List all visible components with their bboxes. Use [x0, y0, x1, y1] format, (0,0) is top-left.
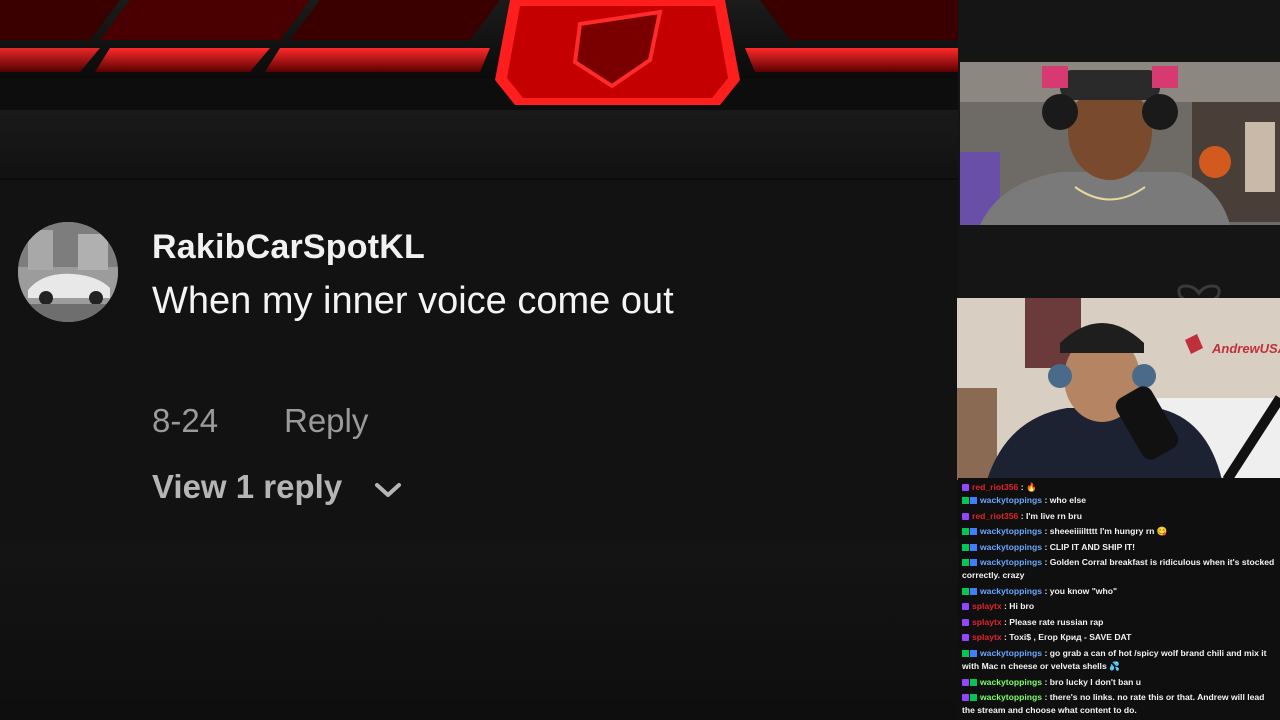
- chat-message: splaytx : Hi bro: [962, 600, 1278, 613]
- chat-badges: [962, 631, 970, 644]
- purple-badge-icon: [962, 513, 969, 521]
- chat-message: red_riot356 : 🔥: [962, 481, 1278, 494]
- chat-username[interactable]: wackytoppings: [980, 677, 1042, 687]
- chat-badges: [962, 600, 970, 613]
- chat-panel: red_riot356 : 🔥 wackytoppings : who else r…: [958, 478, 1280, 720]
- commenter-avatar[interactable]: [18, 222, 118, 322]
- purple-badge-icon: [962, 619, 969, 627]
- comment-panel: [0, 110, 958, 720]
- chevron-down-icon[interactable]: [374, 480, 402, 500]
- webcam-top: [960, 62, 1280, 225]
- green-badge-icon: [962, 544, 969, 552]
- green-badge-icon: [970, 694, 977, 702]
- chat-message-text: I'm live rn bru: [1025, 511, 1082, 521]
- chat-message: red_riot356 : I'm live rn bru: [962, 510, 1278, 523]
- chat-badges: [962, 647, 978, 660]
- purple-badge-icon: [962, 679, 969, 687]
- chat-username[interactable]: wackytoppings: [980, 557, 1042, 567]
- chat-message-text: Hi bro: [1009, 601, 1035, 611]
- chat-separator: :: [1042, 586, 1050, 596]
- green-badge-icon: [962, 497, 969, 505]
- chat-message-text: CLIP IT AND SHIP IT!: [1049, 542, 1136, 552]
- chat-separator: :: [1042, 677, 1050, 687]
- blue-badge-icon: [970, 544, 977, 552]
- chat-message: wackytoppings : who else: [962, 494, 1278, 507]
- blue-badge-icon: [970, 650, 977, 658]
- chat-separator: :: [1018, 511, 1026, 521]
- chat-message-text: Toxi$ , Егор Крид - SAVE DAT: [1009, 632, 1132, 642]
- chat-message-text: you know "who": [1049, 586, 1118, 596]
- chat-username[interactable]: wackytoppings: [980, 542, 1042, 552]
- chat-message: splaytx : Please rate russian rap: [962, 616, 1278, 629]
- chat-separator: :: [1018, 482, 1026, 492]
- blue-badge-icon: [970, 528, 977, 536]
- chat-badges: [962, 481, 970, 494]
- chat-message: wackytoppings : sheeeiiiiltttt I'm hungr…: [962, 525, 1278, 538]
- comment-date: 8-24: [152, 402, 219, 439]
- green-badge-icon: [970, 679, 977, 687]
- chat-separator: :: [1042, 557, 1050, 567]
- chat-username[interactable]: wackytoppings: [980, 495, 1042, 505]
- chat-message-text: Please rate russian rap: [1009, 617, 1104, 627]
- purple-badge-icon: [962, 484, 969, 492]
- chat-badges: [962, 494, 978, 507]
- blue-badge-icon: [970, 588, 977, 596]
- green-badge-icon: [962, 650, 969, 658]
- chat-message: wackytoppings : there's no links. no rat…: [962, 691, 1278, 717]
- green-badge-icon: [962, 588, 969, 596]
- comment-text: When my inner voice come out: [152, 280, 674, 322]
- chat-message: wackytoppings : you know "who": [962, 585, 1278, 598]
- comment-username[interactable]: RakibCarSpotKL: [152, 228, 425, 267]
- chat-username[interactable]: splaytx: [972, 632, 1002, 642]
- chat-separator: :: [1042, 542, 1050, 552]
- green-badge-icon: [962, 528, 969, 536]
- chat-message: wackytoppings : CLIP IT AND SHIP IT!: [962, 541, 1278, 554]
- chat-message: wackytoppings : Golden Corral breakfast …: [962, 556, 1278, 582]
- chat-username[interactable]: splaytx: [972, 617, 1002, 627]
- panel-footer-shade: [0, 540, 958, 720]
- view-replies-button[interactable]: View 1 reply: [152, 468, 342, 506]
- green-badge-icon: [962, 559, 969, 567]
- purple-badge-icon: [962, 603, 969, 611]
- chat-badges: [962, 541, 978, 554]
- streamer-name-label: AndrewUSATX: [1212, 341, 1280, 356]
- chat-badges: [962, 585, 978, 598]
- chat-username[interactable]: wackytoppings: [980, 526, 1042, 536]
- chat-separator: :: [1042, 495, 1050, 505]
- chat-username[interactable]: red_riot356: [972, 482, 1018, 492]
- chat-username[interactable]: wackytoppings: [980, 586, 1042, 596]
- panel-header-shade: [0, 110, 958, 180]
- chat-username[interactable]: splaytx: [972, 601, 1002, 611]
- chat-badges: [962, 525, 978, 538]
- chat-message-text: bro lucky I don't ban u: [1049, 677, 1142, 687]
- blue-badge-icon: [970, 497, 977, 505]
- chat-username[interactable]: wackytoppings: [980, 692, 1042, 702]
- chat-separator: :: [1042, 526, 1050, 536]
- chat-badges: [962, 676, 978, 689]
- chat-separator: :: [1042, 692, 1050, 702]
- chat-message-text: sheeeiiiiltttt I'm hungry rn 😋: [1049, 526, 1168, 536]
- chat-badges: [962, 616, 970, 629]
- chat-badges: [962, 556, 978, 569]
- chat-badges: [962, 510, 970, 523]
- reply-button[interactable]: Reply: [284, 402, 368, 440]
- chat-username[interactable]: wackytoppings: [980, 648, 1042, 658]
- chat-message: wackytoppings : go grab a can of hot /sp…: [962, 647, 1278, 673]
- chat-message: wackytoppings : bro lucky I don't ban u: [962, 676, 1278, 689]
- divider: [0, 178, 958, 180]
- chat-message-text: 🔥: [1025, 482, 1037, 492]
- blue-badge-icon: [970, 559, 977, 567]
- purple-badge-icon: [962, 694, 969, 702]
- purple-badge-icon: [962, 634, 969, 642]
- webcam-bottom: [957, 298, 1280, 480]
- chat-message: splaytx : Toxi$ , Егор Крид - SAVE DAT: [962, 631, 1278, 644]
- chat-message-text: who else: [1049, 495, 1087, 505]
- chat-separator: :: [1042, 648, 1050, 658]
- chat-username[interactable]: red_riot356: [972, 511, 1018, 521]
- chat-badges: [962, 691, 978, 704]
